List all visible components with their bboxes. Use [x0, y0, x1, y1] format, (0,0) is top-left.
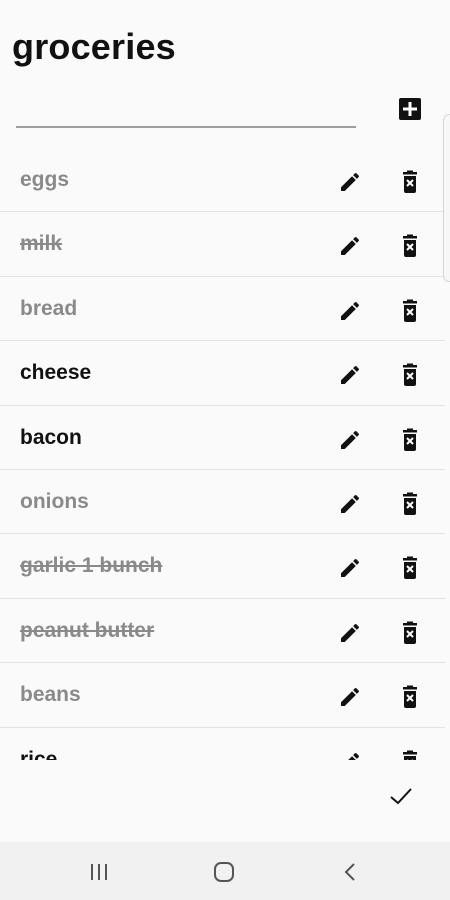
recents-icon[interactable] [86, 860, 112, 884]
list-item[interactable]: eggs [0, 148, 445, 213]
delete-icon[interactable] [399, 363, 421, 387]
pencil-icon[interactable] [338, 234, 362, 258]
pencil-icon[interactable] [338, 299, 362, 323]
list-item[interactable]: bread [0, 277, 445, 342]
list-item[interactable]: cheese [0, 341, 445, 406]
item-label: bacon [20, 425, 82, 449]
list-item[interactable]: garlic 1 bunch [0, 534, 445, 599]
item-label: beans [20, 683, 81, 707]
pencil-icon[interactable] [338, 492, 362, 516]
home-icon[interactable] [211, 860, 237, 884]
pencil-icon[interactable] [338, 556, 362, 580]
list-item[interactable]: peanut butter [0, 599, 445, 664]
item-label: onions [20, 489, 89, 513]
add-item-button[interactable] [398, 97, 422, 121]
pencil-icon[interactable] [338, 428, 362, 452]
new-item-input[interactable] [16, 126, 356, 128]
item-label: peanut butter [20, 618, 155, 642]
delete-icon[interactable] [399, 492, 421, 516]
item-label: eggs [20, 168, 70, 191]
item-label: cheese [20, 361, 92, 385]
delete-icon[interactable] [399, 299, 421, 323]
system-nav-bar [0, 842, 450, 900]
pencil-icon[interactable] [338, 685, 362, 709]
list-item[interactable]: rice [0, 728, 445, 760]
delete-icon[interactable] [399, 621, 421, 645]
list-item[interactable]: beans [0, 663, 445, 728]
list-item[interactable]: onions [0, 470, 445, 535]
grocery-list: eggs milk bread cheese bacon onions garlic 1 b… [0, 148, 445, 760]
pencil-icon[interactable] [338, 170, 362, 194]
pencil-icon[interactable] [338, 621, 362, 645]
delete-icon[interactable] [399, 750, 421, 760]
item-label: garlic 1 bunch [20, 554, 163, 578]
page-title: groceries [12, 26, 176, 67]
list-item[interactable]: bacon [0, 406, 445, 470]
delete-icon[interactable] [399, 170, 421, 194]
delete-icon[interactable] [399, 556, 421, 580]
item-label: bread [20, 296, 78, 320]
back-icon[interactable] [338, 860, 364, 884]
list-item[interactable]: milk [0, 212, 445, 277]
confirm-button[interactable] [388, 784, 414, 808]
item-label: milk [20, 232, 63, 256]
delete-icon[interactable] [399, 234, 421, 258]
item-label: rice [20, 747, 58, 760]
delete-icon[interactable] [399, 685, 421, 709]
delete-icon[interactable] [399, 428, 421, 452]
pencil-icon[interactable] [338, 750, 362, 760]
pencil-icon[interactable] [338, 363, 362, 387]
